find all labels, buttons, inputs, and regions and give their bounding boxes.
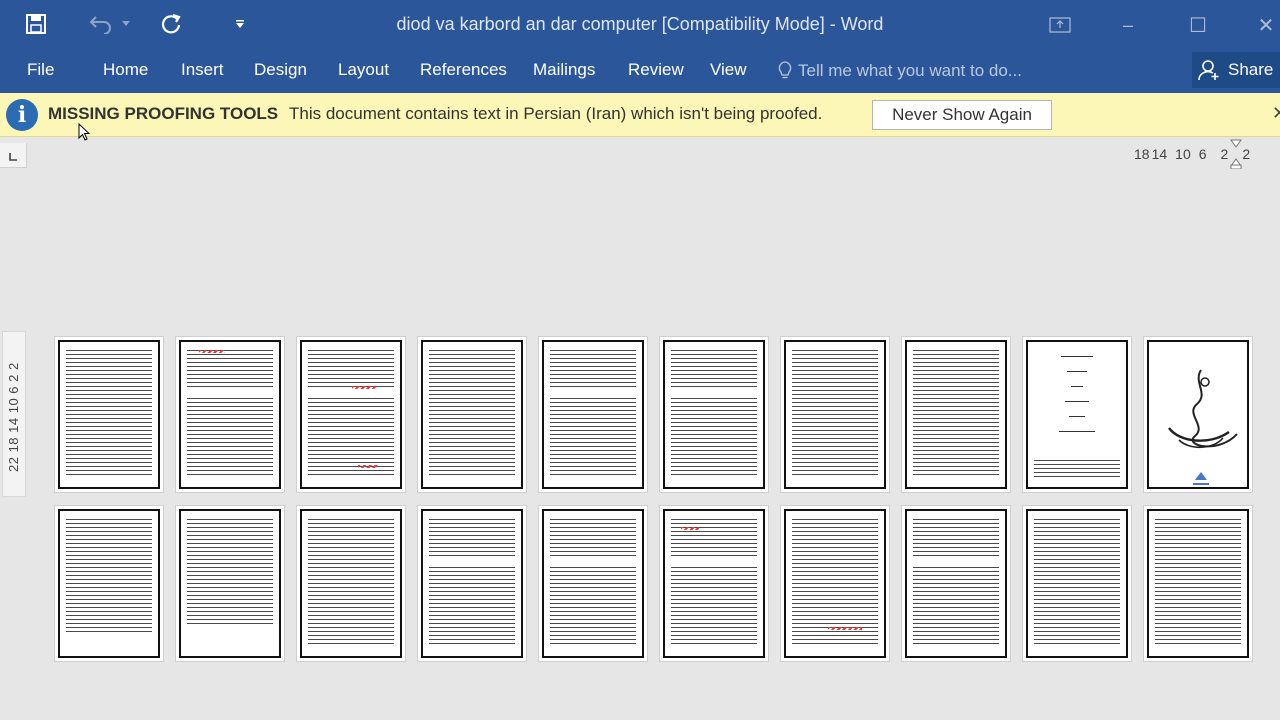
ruler-number: 2 (1242, 146, 1251, 162)
page-thumbnail[interactable] (538, 336, 648, 493)
ruler-number: 2 (1220, 146, 1229, 162)
tab-file[interactable]: File (27, 60, 54, 80)
page-thumbnail[interactable] (1143, 336, 1253, 493)
lightbulb-icon (778, 61, 792, 81)
page-thumbnail[interactable] (175, 336, 285, 493)
infobar-close-button[interactable]: ✕ (1272, 103, 1280, 124)
tab-home[interactable]: Home (103, 60, 148, 80)
page-thumbnail[interactable] (901, 505, 1011, 662)
ruler-number: 10 (1175, 146, 1191, 162)
page-thumbnail[interactable] (417, 505, 527, 662)
person-add-icon (1198, 59, 1220, 81)
page-thumbnail[interactable] (417, 336, 527, 493)
page-thumbnail[interactable] (1022, 505, 1132, 662)
tab-references[interactable]: References (420, 60, 507, 80)
page-thumbnail[interactable] (54, 336, 164, 493)
close-button[interactable]: ✕ (1246, 10, 1280, 40)
never-show-again-button[interactable]: Never Show Again (872, 100, 1052, 130)
page-thumbnail[interactable] (296, 336, 406, 493)
share-label: Share (1228, 60, 1274, 79)
tab-view[interactable]: View (710, 60, 747, 80)
page-thumbnail[interactable] (1022, 336, 1132, 493)
document-workspace[interactable]: 18 14 10 6 2 2 22 18 14 10 6 2 2 (0, 123, 1280, 720)
indent-marker-icon[interactable] (1230, 139, 1243, 169)
page-thumbnail[interactable] (901, 336, 1011, 493)
vertical-ruler-numbers: 22 18 14 10 6 2 2 (6, 362, 21, 472)
page-thumbnail[interactable] (659, 505, 769, 662)
ruler-number: 6 (1198, 146, 1207, 162)
tab-mailings[interactable]: Mailings (533, 60, 595, 80)
page-thumbnail[interactable] (780, 336, 890, 493)
calligraphy-emblem (1168, 369, 1238, 485)
page-thumbnail[interactable] (54, 505, 164, 662)
tab-layout[interactable]: Layout (338, 60, 389, 80)
infobar-message: This document contains text in Persian (… (289, 104, 823, 123)
horizontal-ruler[interactable]: 18 14 10 6 2 2 (1134, 139, 1251, 169)
tab-insert[interactable]: Insert (181, 60, 224, 80)
ribbon-display-icon[interactable] (1040, 10, 1080, 40)
tell-me-placeholder: Tell me what you want to do... (798, 61, 1022, 80)
page-thumbnail[interactable] (538, 505, 648, 662)
minimize-button[interactable]: – (1108, 10, 1148, 40)
share-button[interactable]: Share (1192, 52, 1280, 88)
page-thumbnail[interactable] (175, 505, 285, 662)
ruler-number: 18 (1134, 146, 1150, 162)
page-thumbnail[interactable] (659, 336, 769, 493)
missing-proofing-infobar: i MISSING PROOFING TOOLS This document c… (0, 93, 1280, 137)
infobar-title: MISSING PROOFING TOOLS (48, 104, 279, 123)
title-bar: diod va karbord an dar computer [Compati… (0, 0, 1280, 50)
vertical-ruler[interactable]: 22 18 14 10 6 2 2 (2, 331, 26, 497)
tell-me-box[interactable]: Tell me what you want to do... (778, 58, 1022, 84)
maximize-button[interactable]: ☐ (1178, 10, 1218, 40)
ruler-number: 14 (1151, 146, 1168, 162)
tab-review[interactable]: Review (628, 60, 684, 80)
info-icon: i (6, 99, 38, 131)
page-thumbnail[interactable] (780, 505, 890, 662)
tab-stop-selector[interactable] (0, 143, 27, 168)
ribbon-tabs: File Home Insert Design Layout Reference… (0, 50, 1280, 93)
mouse-cursor-icon (78, 123, 91, 141)
page-thumbnail[interactable] (296, 505, 406, 662)
window-title: diod va karbord an dar computer [Compati… (396, 14, 884, 34)
page-thumbnail[interactable] (1143, 505, 1253, 662)
tab-design[interactable]: Design (254, 60, 307, 80)
